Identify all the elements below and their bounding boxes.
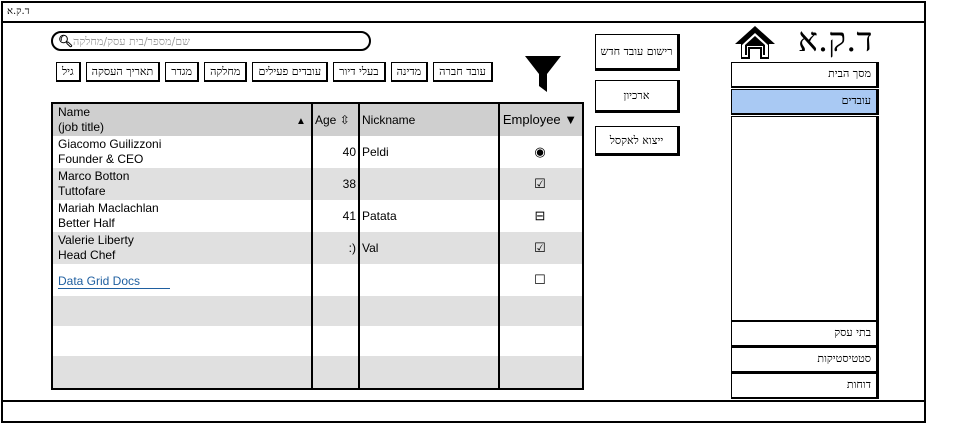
cell-nickname: Patata [362,209,397,223]
cell-age: 40 [342,145,356,159]
cell-name: Mariah Maclachlan Better Half [58,201,159,230]
register-employee-button[interactable]: רישום עובד חדש [595,34,680,71]
cell-nickname: Val [362,241,379,255]
table-row[interactable]: Data Grid Docs ☐ [53,264,582,296]
grid-header-row: Name (job title) ▲ Age ⇳ Nickname Employ… [53,104,582,136]
column-header-nickname[interactable]: Nickname [362,104,497,136]
data-grid: Name (job title) ▲ Age ⇳ Nickname Employ… [51,102,584,390]
filter-chip-country[interactable]: מדינה [390,62,429,82]
export-excel-button[interactable]: ייצוא לאקסל [595,126,680,156]
column-header-employee-label: Employee [502,112,561,127]
column-divider[interactable] [311,104,313,388]
sidebar-item-businesses[interactable]: בתי עסק [731,321,879,347]
filter-chip-housing[interactable]: בעלי דיור [333,62,386,82]
archive-button[interactable]: ארכיון [595,80,680,113]
dropdown-caret-icon[interactable]: ▼ [564,112,577,127]
funnel-icon[interactable] [523,54,563,94]
filter-chip-active-employees[interactable]: עובדים פעילים [252,62,329,82]
cell-nickname [362,168,497,200]
data-grid-docs-link[interactable]: Data Grid Docs [58,274,171,289]
app-logo: ד.ק.א [798,20,873,59]
sidebar-item-statistics[interactable]: סטטיסטיקות [731,347,879,373]
cell-nickname: Peldi [362,145,389,159]
table-row-empty [53,356,582,388]
column-header-age[interactable]: Age ⇳ [315,104,358,136]
radio-selected[interactable]: ◉ [500,136,580,168]
table-row[interactable]: Valerie Liberty Head Chef :) Val ☑ [53,232,582,264]
sidebar-item-employees[interactable]: עובדים [731,89,879,115]
search-placeholder: שם/מספר/בית עסק/מחלקה [73,35,190,48]
column-header-employee[interactable]: Employee ▼ [500,104,580,136]
column-divider[interactable] [498,104,500,388]
search-icon: 🔍︎ [58,34,74,48]
sidebar: מסך הבית עובדים בתי עסק סטטיסטיקות דוחות [731,62,879,399]
sidebar-panel [731,116,879,321]
search-field[interactable]: 🔍︎ שם/מספר/בית עסק/מחלקה [51,31,371,51]
sidebar-item-reports[interactable]: דוחות [731,373,879,399]
cell-age: 41 [342,209,356,223]
cell-name: Marco Botton Tuttofare [58,169,130,198]
table-row[interactable]: Giacomo Guilizzoni Founder & CEO 40 Peld… [53,136,582,168]
cell-age: 38 [342,177,356,191]
checkbox-indeterminate[interactable]: ⊟ [500,200,580,232]
column-header-age-label: Age [315,113,337,127]
checkbox-checked[interactable]: ☑ [500,168,580,200]
cell-link: Data Grid Docs [58,264,310,297]
column-header-name[interactable]: Name (job title) [58,104,310,137]
filter-chip-hire-date[interactable]: תאריך העסקה [85,62,161,82]
table-row[interactable]: Marco Botton Tuttofare 38 ☑ [53,168,582,200]
table-row[interactable]: Mariah Maclachlan Better Half 41 Patata … [53,200,582,232]
cell-age: :) [348,241,356,255]
checkbox-unchecked[interactable]: ☐ [500,264,580,296]
filter-chip-department[interactable]: מחלקה [204,62,248,82]
cell-name: Giacomo Guilizzoni Founder & CEO [58,137,162,166]
filter-chip-company-employee[interactable]: עובד חברה [433,62,493,82]
sort-up-icon[interactable]: ▲ [296,116,306,127]
filter-chip-age[interactable]: גיל [56,62,81,82]
sort-updown-icon[interactable]: ⇳ [340,113,350,127]
table-row-empty [53,296,582,326]
checkbox-checked[interactable]: ☑ [500,232,580,264]
status-bar [3,400,924,402]
window-title: ד.ק.א [7,6,30,17]
cell-name: Valerie Liberty Head Chef [58,233,134,262]
sidebar-item-home[interactable]: מסך הבית [731,62,879,88]
title-bar: ד.ק.א [3,3,924,23]
filter-chips: גיל תאריך העסקה מגדר מחלקה עובדים פעילים… [56,62,511,84]
home-icon[interactable] [734,24,776,60]
filter-chip-gender[interactable]: מגדר [165,62,200,82]
table-row-empty [53,326,582,356]
column-divider[interactable] [358,104,360,388]
